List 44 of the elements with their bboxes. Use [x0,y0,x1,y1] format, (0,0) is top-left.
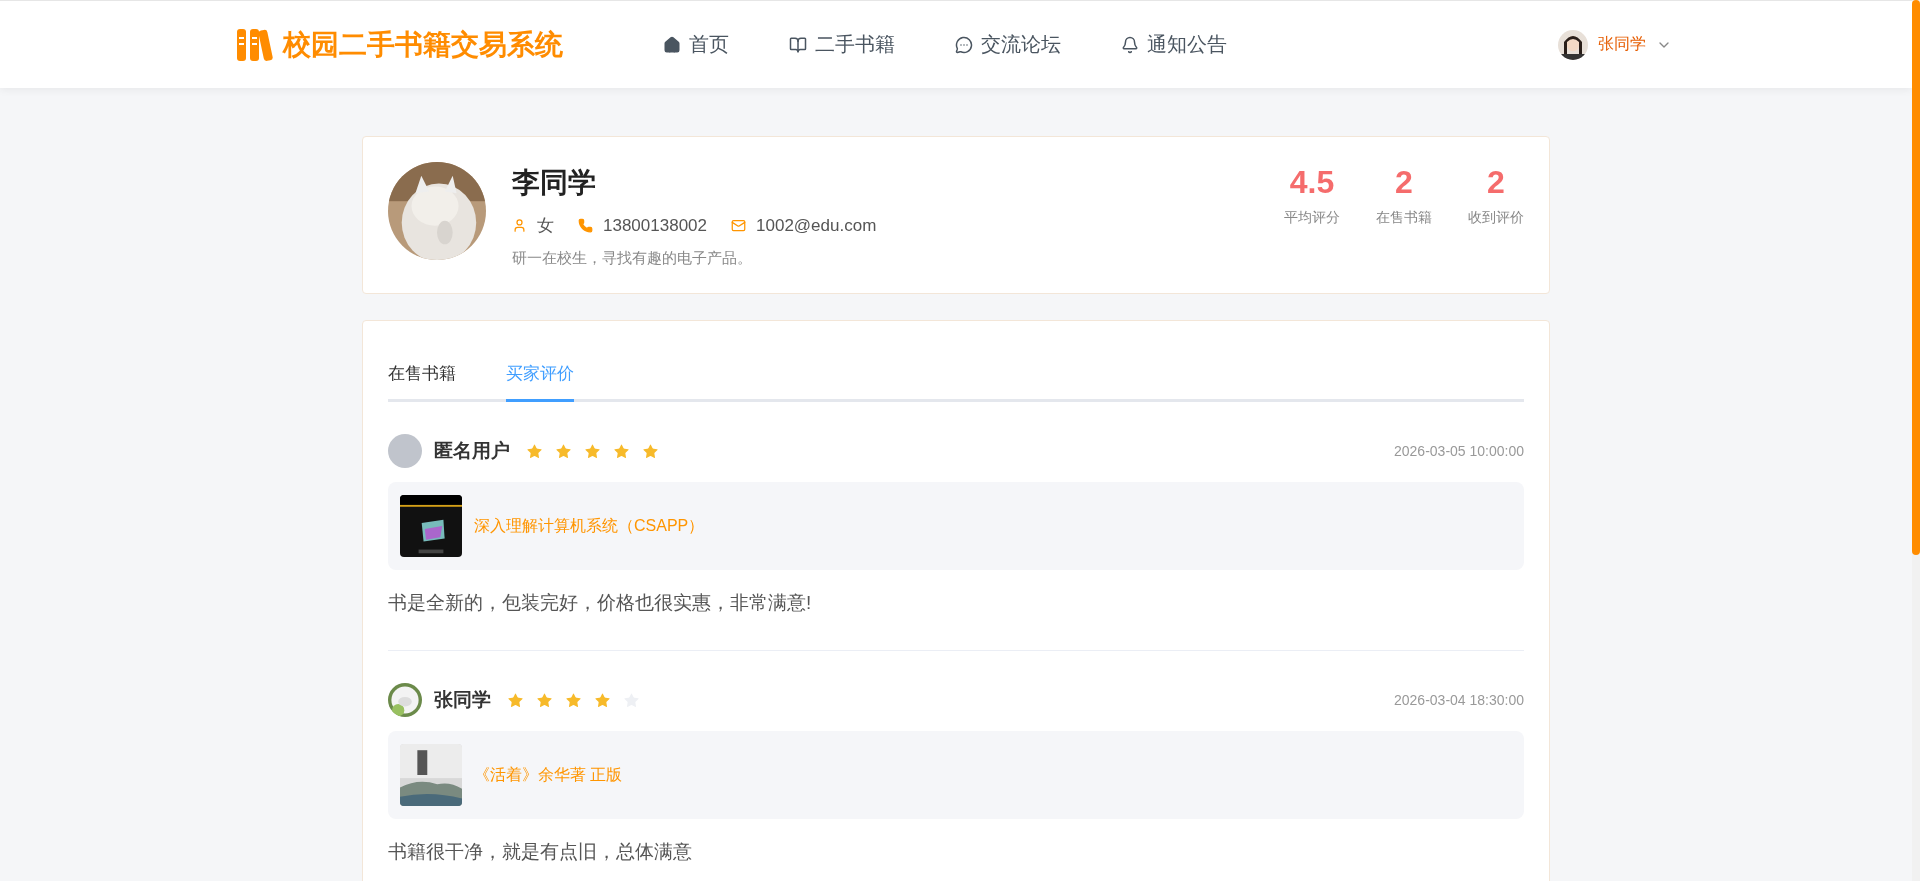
review-time: 2026-03-04 18:30:00 [1394,692,1524,708]
user-name: 张同学 [1598,34,1646,54]
star-icon [565,691,582,709]
phone-text: 13800138002 [603,215,707,236]
star-icon [526,442,543,460]
star-icon [642,442,659,460]
review-comment: 书籍很干净，就是有点旧，总体满意 [388,840,693,864]
tab[interactable]: 在售书籍 [388,358,456,402]
bell-icon [1121,35,1139,54]
book-icon [789,35,807,54]
nav-link[interactable]: 二手书籍 [789,31,895,58]
stat-value: 2 [1487,164,1505,201]
email-text: 1002@edu.com [756,215,877,236]
star-icon [507,691,524,709]
star-icon [584,442,601,460]
reviewer-name: 张同学 [434,688,491,712]
avatar-placeholder [388,434,422,468]
bio-text: 研一在校生，寻找有趣的电子产品。 [512,249,753,268]
mail-icon [731,218,746,233]
review-comment: 书是全新的，包装完好，价格也很实惠，非常满意! [388,591,813,615]
nav-link[interactable]: 交流论坛 [955,31,1061,58]
profile-name: 李同学 [512,166,597,200]
stat-value: 4.5 [1289,164,1335,201]
home-icon [663,35,681,54]
gender-text: 女 [537,215,554,237]
stat-value: 2 [1395,164,1413,201]
nav-link[interactable]: 通知公告 [1121,31,1227,58]
books-logo-icon [237,28,273,61]
star-icon [594,691,611,709]
chat-icon [955,35,973,54]
reviewer-name: 匿名用户 [434,439,510,463]
person-icon [512,218,527,233]
user-menu[interactable]: 张同学 [1558,29,1672,60]
stat-label: 在售书籍 [1376,209,1432,227]
star-icon [536,691,553,709]
star-icon [613,442,630,460]
star-icon [555,442,572,460]
stat-label: 收到评价 [1468,209,1524,227]
review-time: 2026-03-05 10:00:00 [1394,443,1524,459]
site-title: 校园二手书籍交易系统 [283,27,563,62]
phone-icon [578,218,593,233]
stat-label: 平均评分 [1284,209,1340,227]
nav-link[interactable]: 首页 [663,31,729,58]
scrollbar[interactable] [1912,0,1920,881]
